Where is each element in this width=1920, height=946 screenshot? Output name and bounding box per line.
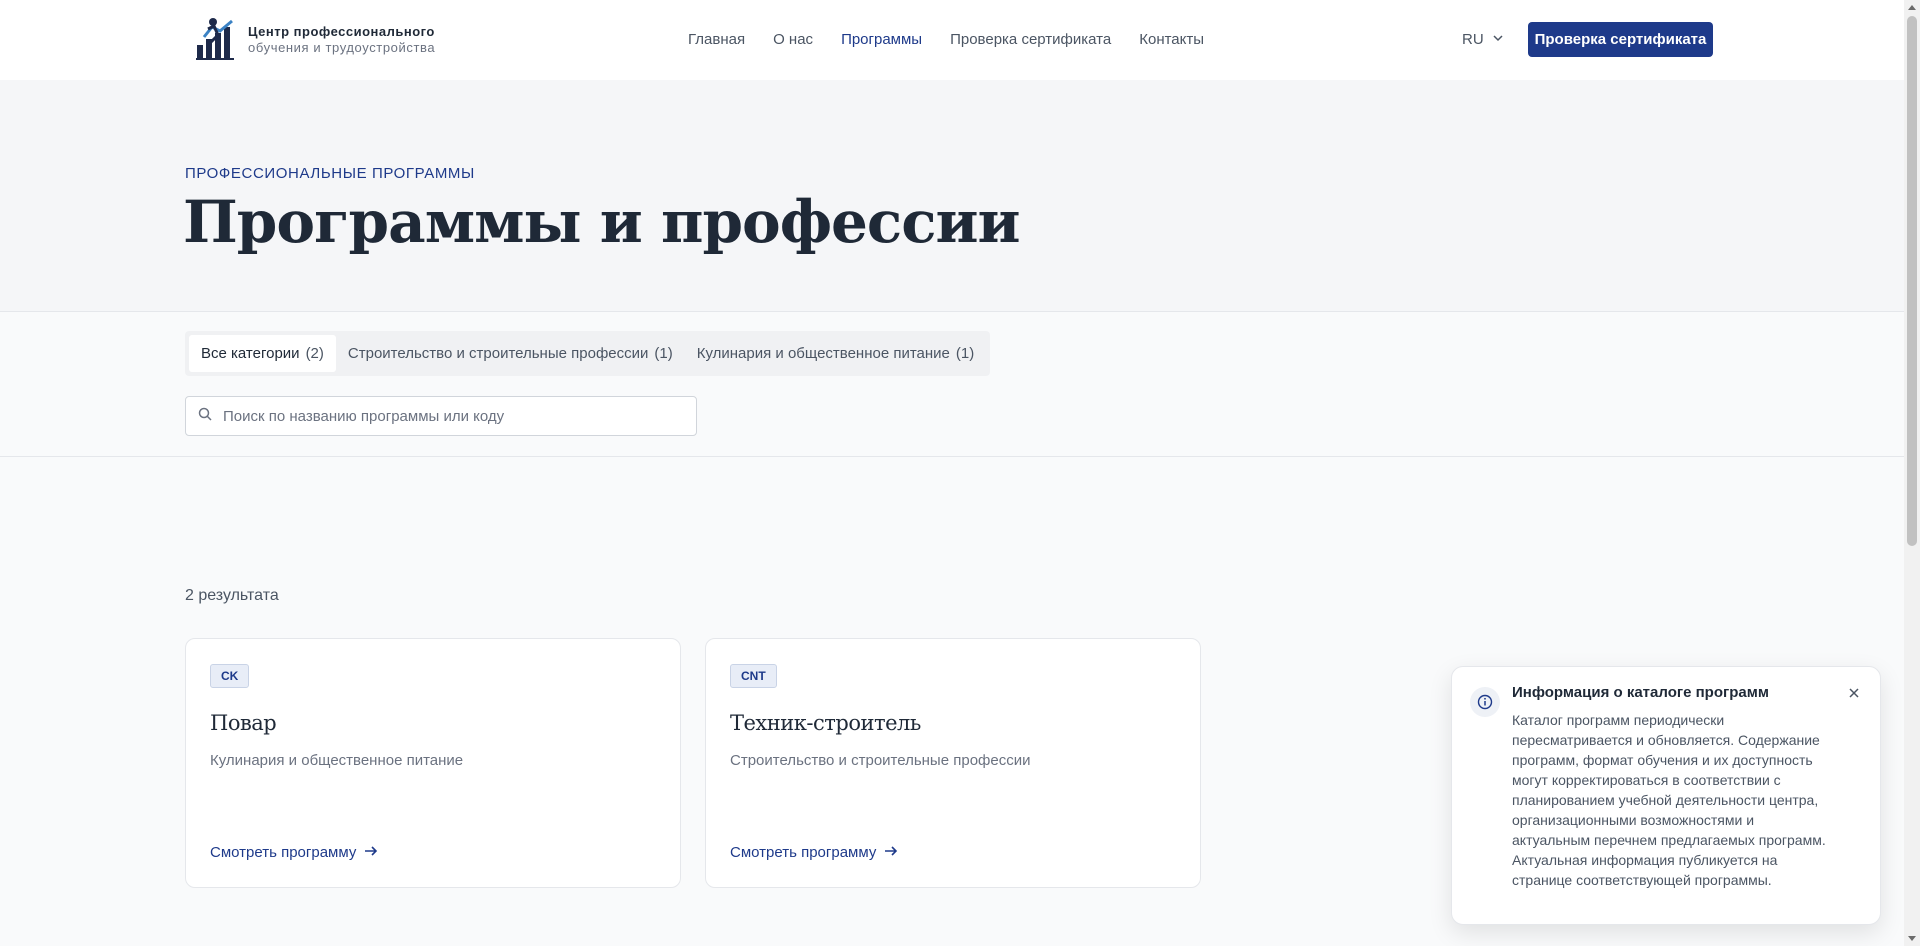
view-program-link[interactable]: Смотреть программу [730,844,898,861]
tab-count: (2) [305,345,324,362]
nav-programs[interactable]: Программы [841,31,922,49]
tab-count: (1) [654,345,673,362]
close-icon[interactable] [1844,683,1864,703]
main-nav: Главная О нас Программы Проверка сертифи… [688,31,1204,49]
scroll-up-icon[interactable] [1908,5,1916,10]
search-input[interactable] [223,407,683,425]
tab-label: Все категории [201,345,300,362]
brand-line2: обучения и трудоустройства [248,40,436,55]
page-title: Программы и профессии [183,188,1021,256]
tab-count: (1) [955,345,975,362]
view-program-label: Смотреть программу [210,844,357,861]
chevron-down-icon [1492,31,1504,49]
language-selector[interactable]: RU [1462,31,1504,49]
hero-eyebrow: ПРОФЕССИОНАЛЬНЫЕ ПРОГРАММЫ [185,165,475,182]
arrow-right-icon [884,844,898,861]
program-card[interactable]: CNT Техник-строитель Строительство и стр… [705,638,1201,888]
program-category: Строительство и строительные профессии [730,752,1031,769]
nav-about[interactable]: О нас [773,31,813,49]
info-icon [1470,687,1500,717]
tab-label: Строительство и строительные профессии [347,345,649,362]
arrow-right-icon [364,844,378,861]
view-program-link[interactable]: Смотреть программу [210,844,378,861]
brand-line1: Центр профессионального [248,24,435,39]
page-scrollbar[interactable] [1904,0,1920,946]
certificate-check-button[interactable]: Проверка сертификата [1528,22,1713,57]
program-code-badge: CK [210,664,250,688]
tab-construction[interactable]: Строительство и строительные профессии (… [336,335,685,372]
program-category: Кулинария и общественное питание [210,752,464,769]
search-icon [198,407,212,426]
nav-home[interactable]: Главная [688,31,745,49]
catalog-info-toast: Информация о каталоге программ Каталог п… [1451,666,1881,925]
tab-culinary[interactable]: Кулинария и общественное питание (1) [685,335,987,372]
hero-section: ПРОФЕССИОНАЛЬНЫЕ ПРОГРАММЫ Программы и п… [0,80,1904,312]
toast-title: Информация о каталоге программ [1512,684,1769,701]
results-count: 2 результата [185,587,279,604]
scroll-down-icon[interactable] [1908,936,1916,941]
program-title: Повар [210,711,277,735]
language-label: RU [1462,31,1484,48]
tab-all-categories[interactable]: Все категории (2) [189,335,336,372]
category-tabs: Все категории (2) Строительство и строит… [185,331,991,376]
view-program-label: Смотреть программу [730,844,877,861]
nav-certificate-check[interactable]: Проверка сертификата [950,31,1111,49]
brand-name[interactable]: Центр профессионального обучения и трудо… [248,24,435,56]
program-card[interactable]: CK Повар Кулинария и общественное питани… [185,638,681,888]
nav-contacts[interactable]: Контакты [1139,31,1204,49]
search-box [185,396,697,436]
toast-body: Каталог программ периодически пересматри… [1512,712,1826,888]
tab-label: Кулинария и общественное питание [696,345,950,362]
program-code-badge: CNT [730,664,777,688]
site-header: Центр профессионального обучения и трудо… [0,0,1904,80]
program-title: Техник-строитель [730,711,921,735]
filters-section: Все категории (2) Строительство и строит… [0,312,1904,457]
scrollbar-thumb[interactable] [1907,16,1917,546]
logo-icon[interactable] [194,17,236,61]
